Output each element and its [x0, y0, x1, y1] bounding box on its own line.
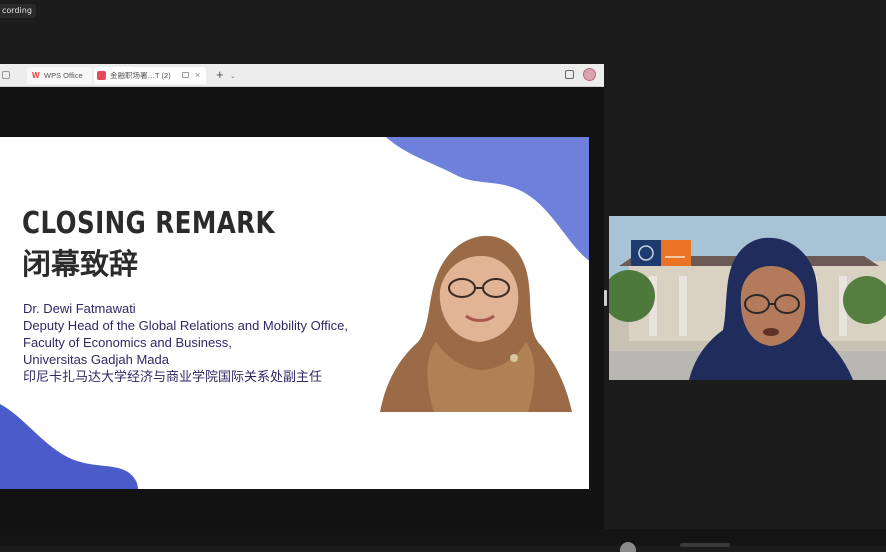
- decorative-blob-bottom-left: [0, 404, 138, 489]
- participant-icon[interactable]: [620, 542, 636, 552]
- tab-label: WPS Office: [44, 71, 83, 80]
- bottom-toolbar-label: [680, 543, 730, 547]
- speaker-portrait: [380, 235, 572, 412]
- tab-label: 金融职场署…T (2): [110, 71, 171, 80]
- speaker-name: Dr. Dewi Fatmawati: [23, 301, 136, 316]
- close-icon[interactable]: ×: [195, 67, 200, 84]
- shared-screen-window: W WPS Office 金融职场署…T (2) × + ⌄ CLOSING R…: [0, 64, 604, 529]
- tab-document[interactable]: 金融职场署…T (2) ×: [94, 67, 206, 84]
- recording-badge: cording: [0, 4, 36, 18]
- participant-video-feed: [609, 216, 886, 380]
- presentation-slide: CLOSING REMARK 闭幕致辞 Dr. Dewi Fatmawati D…: [0, 137, 589, 489]
- sidebar-toggle-icon[interactable]: [2, 71, 10, 79]
- document-icon: [97, 71, 106, 80]
- profile-avatar-icon[interactable]: [583, 68, 596, 81]
- speaker-position-chinese: 印尼卡扎马达大学经济与商业学院国际关系处副主任: [23, 369, 323, 384]
- slide-title-chinese: 闭幕致辞: [22, 247, 139, 281]
- panel-resize-handle[interactable]: [604, 290, 607, 306]
- browser-tab-bar: W WPS Office 金融职场署…T (2) × + ⌄: [0, 64, 604, 87]
- tab-wps-office[interactable]: W WPS Office: [27, 67, 92, 84]
- reader-mode-icon[interactable]: [565, 70, 574, 79]
- wps-logo-icon: W: [32, 71, 40, 80]
- speaker-position: Deputy Head of the Global Relations and …: [23, 318, 348, 333]
- slide-title: CLOSING REMARK: [22, 206, 275, 241]
- speaker-faculty: Faculty of Economics and Business,: [23, 335, 232, 350]
- meeting-bottom-bar: [0, 529, 886, 552]
- screen-icon: [182, 72, 189, 78]
- speaker-university: Universitas Gadjah Mada: [23, 352, 169, 367]
- speaker-info: Dr. Dewi Fatmawati Deputy Head of the Gl…: [23, 300, 348, 385]
- new-tab-button[interactable]: +: [216, 66, 224, 83]
- participant-video-tile: [609, 216, 886, 380]
- chevron-down-icon[interactable]: ⌄: [230, 68, 236, 85]
